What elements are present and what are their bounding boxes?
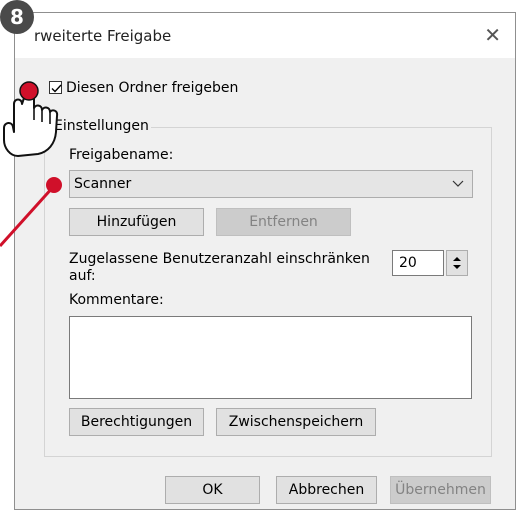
callout-dot: [46, 177, 62, 193]
step-number-badge: 8: [0, 0, 34, 34]
annotation-overlay: [0, 81, 62, 248]
click-marker-dot: [19, 81, 39, 101]
callout-line: [0, 184, 56, 248]
